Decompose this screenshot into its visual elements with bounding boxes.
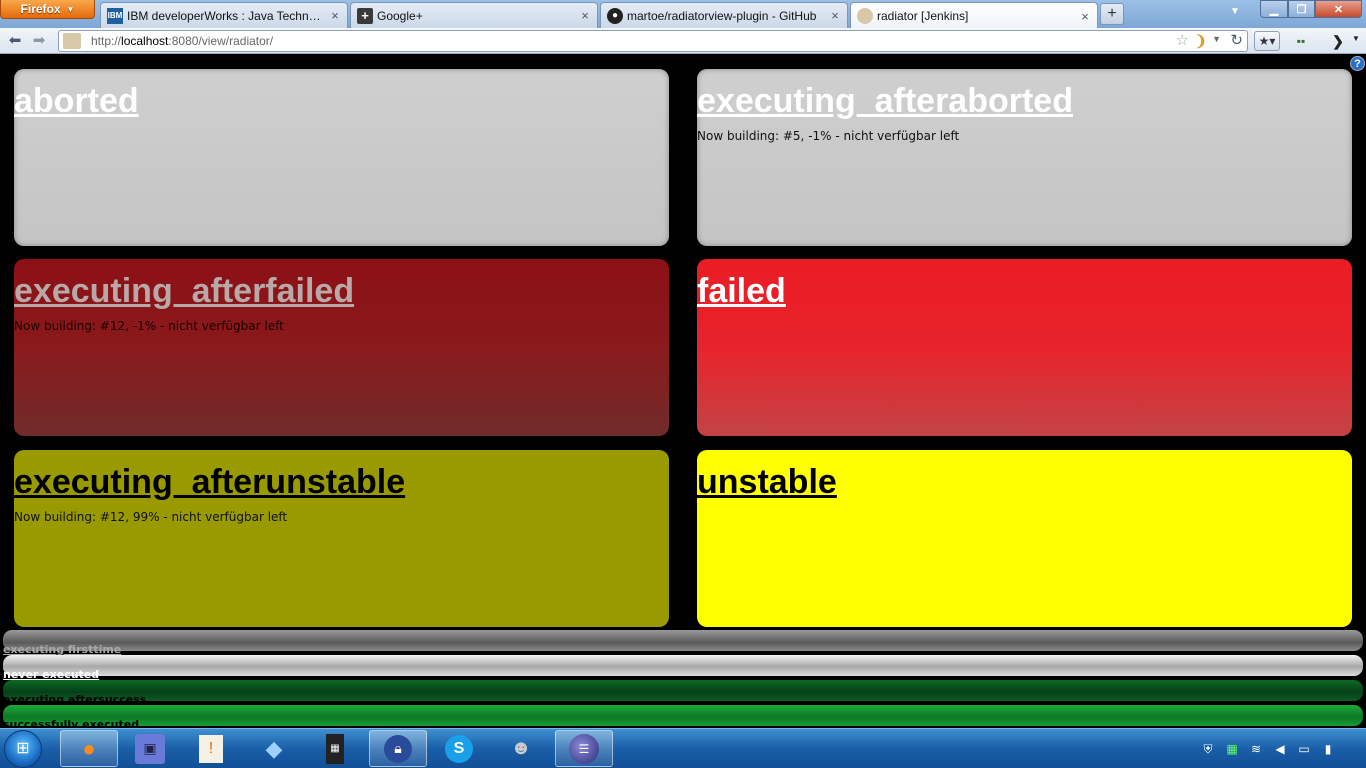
taskbar-item-save[interactable]: ▣: [121, 730, 179, 767]
tab-label: IBM developerWorks : Java Technolo...: [127, 8, 325, 23]
navigation-toolbar: ⬅ ➡ http://localhost:8080/view/radiator/…: [0, 28, 1366, 54]
addon-icon[interactable]: ▪▪: [1288, 31, 1314, 51]
battery-icon[interactable]: ▮: [1320, 741, 1336, 757]
job-link[interactable]: failed: [697, 271, 1352, 311]
job-bar-executing-aftersuccess: executing aftersuccess: [3, 680, 1363, 706]
volume-icon[interactable]: ◀: [1272, 741, 1288, 757]
github-icon: ●: [607, 7, 623, 24]
close-icon[interactable]: ×: [1079, 9, 1091, 24]
taskbar-item-jenkins[interactable]: ☻: [492, 730, 550, 767]
job-card-failed: failed: [697, 259, 1352, 436]
floppy-disk-icon: ▣: [135, 733, 165, 764]
chevron-down-icon[interactable]: ▼: [1212, 34, 1221, 44]
reload-icon[interactable]: ↻: [1230, 31, 1243, 49]
back-button[interactable]: ⬅: [4, 31, 26, 51]
tab-label: martoe/radiatorview-plugin - GitHub: [627, 8, 817, 23]
job-bar-successfully-executed: successfully executed: [3, 705, 1363, 728]
url-text[interactable]: http://localhost:8080/view/radiator/: [91, 34, 273, 48]
tab-label: Google+: [377, 8, 423, 23]
radiator-view: ? aborted executing afteraborted Now bui…: [0, 55, 1366, 728]
ibm-icon: IBM: [107, 7, 123, 24]
restore-button[interactable]: ❐: [1288, 0, 1315, 18]
jenkins-butler-icon: ☻: [510, 737, 532, 759]
job-link[interactable]: executing afterfailed: [14, 271, 669, 311]
taskbar-item-firefox[interactable]: ●: [60, 730, 118, 767]
job-bar-never-executed: never executed: [3, 655, 1363, 681]
taskbar: ⊞ ● ▣ ! ◆ ▦ 🔒︎ S ☻ ☰ ⛨ ▦ ≋ ◀ ▭ ▮: [0, 728, 1366, 768]
job-bar-executing-firsttime: executing firsttime: [3, 630, 1363, 656]
keepass-lock-icon: 🔒︎: [384, 734, 412, 763]
tab-radiator[interactable]: radiator [Jenkins] ×: [850, 2, 1098, 29]
job-card-executing-afteraborted: executing afteraborted Now building: #5,…: [697, 69, 1352, 246]
job-card-executing-afterfailed: executing afterfailed Now building: #12,…: [14, 259, 669, 436]
eclipse-icon: ☰: [569, 733, 599, 764]
build-progress-text: Now building: #12, -1% - nicht verfügbar…: [14, 319, 284, 333]
url-bar[interactable]: http://localhost:8080/view/radiator/ ☆ ❩…: [58, 30, 1248, 52]
job-card-executing-afterunstable: executing afterunstable Now building: #1…: [14, 450, 669, 627]
jenkins-icon: [857, 8, 873, 24]
close-icon[interactable]: ×: [829, 8, 841, 23]
tab-bar: Firefox ▼ IBM IBM developerWorks : Java …: [0, 0, 1366, 29]
wifi-icon[interactable]: ≋: [1248, 741, 1264, 757]
taskbar-item-skype[interactable]: S: [430, 730, 488, 767]
grid-icon[interactable]: ▦: [1224, 741, 1240, 757]
dropbox-icon: ◆: [265, 735, 283, 761]
build-progress-text: Now building: #5, -1% - nicht verfügbar …: [697, 129, 960, 143]
job-link[interactable]: successfully executed: [3, 718, 139, 728]
forward-button[interactable]: ➡: [28, 31, 50, 51]
taskbar-item-notes[interactable]: !: [182, 730, 240, 767]
minimize-button[interactable]: ▁: [1260, 0, 1288, 18]
chevron-down-icon: ▼: [66, 4, 75, 14]
job-link[interactable]: unstable: [697, 462, 1352, 502]
system-tray: ⛨ ▦ ≋ ◀ ▭ ▮: [1200, 737, 1336, 761]
windows-start-icon[interactable]: ⊞: [4, 730, 42, 768]
google-plus-icon: +: [357, 7, 373, 24]
bookmarks-menu-button[interactable]: ★▾: [1254, 31, 1280, 51]
job-card-aborted: aborted: [14, 69, 669, 246]
tab-google-plus[interactable]: + Google+ ×: [350, 2, 598, 28]
firefox-menu-button[interactable]: Firefox ▼: [0, 0, 95, 19]
job-link[interactable]: executing afteraborted: [697, 81, 1352, 121]
list-all-tabs-icon[interactable]: ▼: [1230, 6, 1240, 17]
tab-ibm[interactable]: IBM IBM developerWorks : Java Technolo..…: [100, 2, 348, 28]
notes-icon: !: [199, 734, 223, 763]
url-scheme: http://: [91, 34, 122, 48]
close-window-button[interactable]: ✕: [1315, 0, 1362, 18]
network-shield-icon[interactable]: ⛨: [1200, 741, 1216, 757]
firefox-icon: ●: [82, 735, 96, 761]
feed-icon[interactable]: ❩: [1194, 32, 1207, 50]
device-icon[interactable]: ▭: [1296, 741, 1312, 757]
skype-icon: S: [445, 734, 473, 763]
calculator-icon: ▦: [326, 733, 344, 764]
new-tab-button[interactable]: +: [1100, 3, 1124, 25]
firefox-menu-label: Firefox: [20, 2, 61, 16]
job-card-unstable: unstable: [697, 450, 1352, 627]
taskbar-item-keepass[interactable]: 🔒︎: [369, 730, 427, 767]
chevron-down-icon[interactable]: ▼: [1352, 34, 1360, 43]
url-path: :8080/view/radiator/: [168, 34, 274, 48]
job-link[interactable]: aborted: [14, 81, 669, 121]
job-link[interactable]: executing afterunstable: [14, 462, 669, 502]
taskbar-item-calculator[interactable]: ▦: [306, 730, 364, 767]
close-icon[interactable]: ×: [579, 8, 591, 23]
help-icon[interactable]: ?: [1350, 56, 1365, 71]
chevron-right-icon[interactable]: ❯: [1326, 31, 1350, 51]
bookmark-star-icon[interactable]: ☆: [1176, 31, 1189, 49]
tab-label: radiator [Jenkins]: [877, 9, 969, 23]
taskbar-item-dropbox[interactable]: ◆: [245, 730, 303, 767]
close-icon[interactable]: ×: [329, 8, 341, 23]
build-progress-text: Now building: #12, 99% - nicht verfügbar…: [14, 510, 288, 524]
tab-github[interactable]: ● martoe/radiatorview-plugin - GitHub ×: [600, 2, 848, 28]
site-identity-icon[interactable]: [63, 33, 81, 49]
url-host: localhost: [121, 34, 169, 48]
taskbar-item-eclipse[interactable]: ☰: [555, 730, 613, 767]
